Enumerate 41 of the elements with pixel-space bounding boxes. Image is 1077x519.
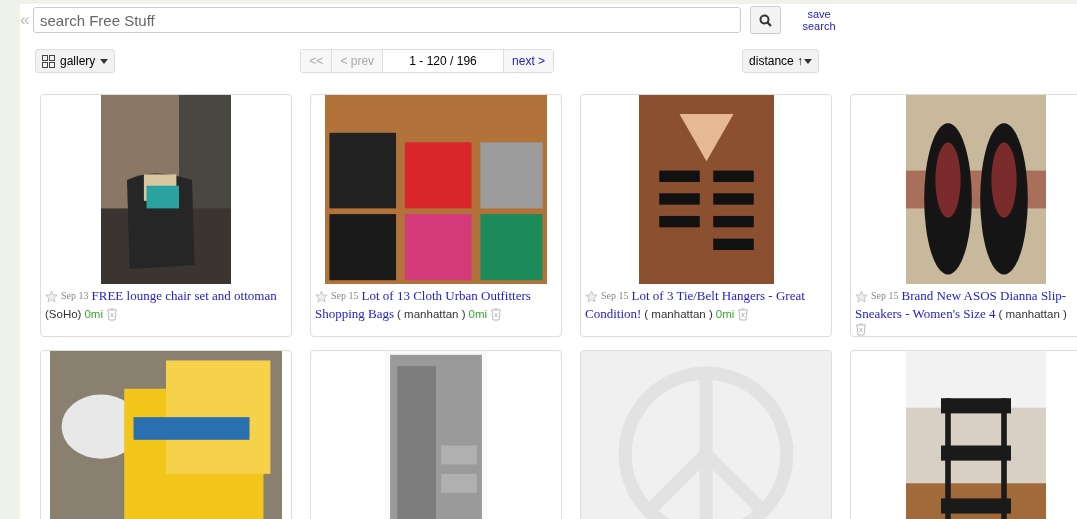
- star-icon[interactable]: [855, 289, 868, 303]
- listing-title[interactable]: Condition!: [585, 305, 642, 323]
- hide-icon[interactable]: [737, 307, 750, 321]
- listing-title[interactable]: Sneakers - Women's Size 4: [855, 305, 996, 323]
- listing-card[interactable]: Sep 15 Brand New ASOS Dianna Slip- Sneakers - Women's Size 4 ( manhattan ): [850, 94, 1077, 337]
- view-dropdown[interactable]: gallery: [35, 49, 116, 73]
- save-search-link[interactable]: save search: [801, 8, 837, 32]
- distance: 0mi: [84, 307, 103, 322]
- listing-card[interactable]: Sep 15 Lot of 13 Cloth Urban Outfitters Shopping Bags ( manhattan ) 0mi: [310, 94, 562, 337]
- location: (SoHo): [45, 307, 82, 322]
- listing-title[interactable]: FREE lounge chair set and ottoman: [91, 287, 277, 305]
- listing-title[interactable]: Lot of 3 Tie/Belt Hangers - Great: [631, 287, 805, 305]
- post-date: Sep 15: [331, 289, 359, 303]
- distance: 0mi: [715, 307, 735, 322]
- star-icon[interactable]: [45, 289, 58, 303]
- search-field[interactable]: search Free Stuff: [33, 7, 741, 33]
- caret-icon: [804, 58, 813, 64]
- caret-icon: [100, 58, 109, 64]
- next-page-button[interactable]: next >: [503, 50, 554, 72]
- listing-card[interactable]: Sep 13 FREE lounge chair set and ottoman (SoHo) 0mi: [40, 94, 292, 337]
- listing-title[interactable]: Brand New ASOS Dianna Slip-: [901, 287, 1067, 305]
- hide-icon[interactable]: [855, 323, 867, 336]
- distance: 0mi: [468, 307, 488, 322]
- grid-icon: [42, 54, 55, 68]
- listing-card[interactable]: Sep 15 Lot of 3 Tie/Belt Hangers - Great Condition! ( manhattan ) 0mi: [580, 94, 832, 337]
- location: ( manhattan ): [397, 307, 466, 322]
- post-date: Sep 15: [601, 289, 629, 303]
- search-icon: [759, 13, 772, 27]
- post-date: Sep 13: [61, 289, 89, 303]
- listing-title[interactable]: Lot of 13 Cloth Urban Outfitters: [361, 287, 531, 305]
- location: ( manhattan ): [644, 307, 713, 322]
- listing-card[interactable]: [850, 350, 1077, 519]
- sort-dropdown[interactable]: distance ↑: [742, 49, 820, 73]
- star-icon[interactable]: [315, 289, 328, 303]
- listing-title[interactable]: Shopping Bags: [315, 305, 395, 323]
- search-button[interactable]: [750, 6, 781, 34]
- location: ( manhattan ): [998, 307, 1067, 322]
- hide-icon[interactable]: [490, 307, 503, 321]
- star-icon[interactable]: [585, 289, 598, 303]
- post-date: Sep 15: [871, 289, 899, 303]
- hide-icon[interactable]: [105, 307, 118, 321]
